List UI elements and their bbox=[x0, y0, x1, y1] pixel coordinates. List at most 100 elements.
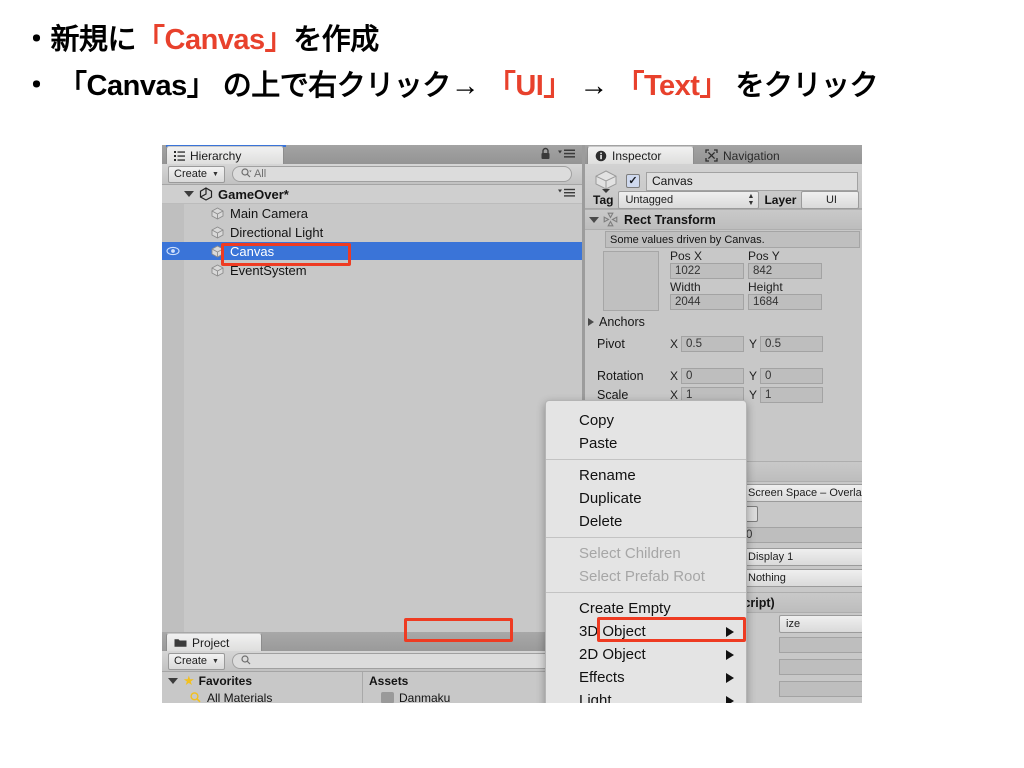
line2-text-b: をクリック bbox=[727, 70, 879, 102]
chevron-right-icon[interactable] bbox=[588, 318, 594, 326]
hierarchy-item-directional-light[interactable]: Directional Light bbox=[162, 223, 582, 241]
project-favorites-column: ★ Favorites All Materials bbox=[162, 672, 362, 703]
hierarchy-toolbar: Create ▼ All bbox=[162, 164, 582, 185]
menu-item-label: Copy bbox=[579, 412, 615, 429]
component-header-rect-transform[interactable]: Rect Transform bbox=[585, 209, 862, 230]
menu-item-copy[interactable]: Copy bbox=[546, 409, 746, 432]
line2-accent-text: 「Text」 bbox=[615, 70, 728, 102]
tab-project-label: Project bbox=[192, 635, 230, 650]
menu-item-label: Duplicate bbox=[579, 490, 642, 507]
hierarchy-item-label: Directional Light bbox=[230, 224, 324, 240]
layer-label: Layer bbox=[764, 193, 797, 207]
pos-y-label: Pos Y bbox=[748, 249, 780, 263]
chevron-down-icon[interactable] bbox=[589, 216, 599, 223]
menu-item-light[interactable]: Light bbox=[546, 689, 746, 703]
menu-item-delete[interactable]: Delete bbox=[546, 510, 746, 533]
tab-hierarchy[interactable]: Hierarchy bbox=[166, 146, 284, 164]
sort-order-input[interactable]: 0 bbox=[741, 527, 862, 543]
hamburger-icon[interactable] bbox=[558, 148, 576, 162]
menu-item-effects[interactable]: Effects bbox=[546, 666, 746, 689]
rect-transform-note: Some values driven by Canvas. bbox=[605, 231, 860, 248]
tab-navigation[interactable]: Navigation bbox=[697, 146, 815, 164]
pos-x-input[interactable]: 1022 bbox=[670, 263, 744, 279]
rotation-y-input[interactable]: 0 bbox=[760, 368, 823, 384]
hierarchy-tab-controls bbox=[540, 147, 576, 163]
height-input[interactable]: 1684 bbox=[748, 294, 822, 310]
navigation-icon bbox=[705, 149, 718, 162]
object-name-value: Canvas bbox=[652, 174, 693, 188]
target-display-dropdown[interactable]: Display 1 bbox=[741, 548, 862, 566]
component-title-rect-transform: Rect Transform bbox=[624, 212, 716, 227]
lock-icon[interactable] bbox=[540, 147, 551, 163]
pos-y-value: 842 bbox=[753, 265, 773, 277]
menu-separator bbox=[546, 459, 746, 460]
width-input[interactable]: 2044 bbox=[670, 294, 744, 310]
anchor-preset-widget[interactable] bbox=[603, 251, 659, 311]
project-favorites-all-materials[interactable]: All Materials bbox=[162, 689, 362, 703]
tag-dropdown[interactable]: Untagged ▲ ▼ bbox=[618, 191, 760, 209]
scale-y-value: 1 bbox=[765, 389, 772, 401]
project-create-button[interactable]: Create ▼ bbox=[168, 652, 225, 670]
anchors-foldout[interactable]: Anchors bbox=[588, 315, 645, 329]
height-value: 1684 bbox=[753, 296, 779, 308]
hamburger-icon[interactable] bbox=[558, 187, 576, 201]
tab-hierarchy-label: Hierarchy bbox=[190, 148, 242, 163]
render-mode-dropdown[interactable]: Screen Space – Overla bbox=[741, 484, 862, 502]
hierarchy-scene-row[interactable]: GameOver* bbox=[162, 185, 582, 204]
pivot-y-input[interactable]: 0.5 bbox=[760, 336, 823, 352]
tab-inspector[interactable]: Inspector bbox=[587, 146, 694, 164]
project-panel: Project Create ▼ ★ Favorites All Materia… bbox=[162, 632, 582, 703]
menu-separator bbox=[546, 592, 746, 593]
menu-item-label: 2D Object bbox=[579, 646, 646, 663]
hierarchy-create-button[interactable]: Create ▼ bbox=[168, 165, 225, 183]
menu-item-label: Paste bbox=[579, 435, 618, 452]
menu-item-duplicate[interactable]: Duplicate bbox=[546, 487, 746, 510]
menu-item-rename[interactable]: Rename bbox=[546, 464, 746, 487]
hierarchy-search-input[interactable]: All bbox=[231, 166, 572, 182]
project-favorites-child-label: All Materials bbox=[207, 690, 273, 704]
visibility-eye-icon[interactable] bbox=[166, 244, 180, 258]
project-assets-label: Assets bbox=[369, 673, 409, 688]
line2-text-a: ・ 「Canvas」 の上で右クリック→ bbox=[22, 70, 487, 102]
layer-value: UI bbox=[825, 194, 837, 206]
chevron-down-icon[interactable] bbox=[168, 677, 178, 684]
canvas-scaler-field-2[interactable] bbox=[779, 659, 862, 675]
project-assets-child-label: Danmaku bbox=[399, 690, 451, 704]
pos-x-label: Pos X bbox=[670, 249, 703, 263]
annotation-box-text-submenu-item bbox=[597, 617, 746, 642]
menu-item-select-children: Select Children bbox=[546, 542, 746, 565]
hierarchy-item-main-camera[interactable]: Main Camera bbox=[162, 204, 582, 222]
search-icon bbox=[241, 654, 252, 668]
layer-dropdown[interactable]: UI bbox=[801, 191, 860, 209]
annotation-box-canvas-row bbox=[221, 243, 351, 266]
canvas-scaler-field-3[interactable] bbox=[779, 681, 862, 697]
project-search-input[interactable] bbox=[231, 653, 572, 669]
rotation-y-axis-label: Y bbox=[749, 369, 758, 383]
menu-item-label: Rename bbox=[579, 467, 636, 484]
menu-top-padding bbox=[546, 401, 746, 409]
inspector-name-row: ✓ Canvas bbox=[593, 169, 858, 193]
project-favorites-row[interactable]: ★ Favorites bbox=[162, 672, 362, 689]
canvas-scaler-size-dropdown[interactable]: ize bbox=[779, 615, 862, 633]
canvas-scaler-field-1[interactable] bbox=[779, 637, 862, 653]
tab-project[interactable]: Project bbox=[166, 633, 262, 651]
pos-y-input[interactable]: 842 bbox=[748, 263, 822, 279]
menu-item-2d-object[interactable]: 2D Object bbox=[546, 643, 746, 666]
line1-text-b: を作成 bbox=[293, 24, 379, 56]
rotation-label: Rotation bbox=[597, 369, 644, 383]
menu-item-paste[interactable]: Paste bbox=[546, 432, 746, 455]
rotation-x-input[interactable]: 0 bbox=[681, 368, 744, 384]
line1-text-a: ・新規に bbox=[22, 24, 137, 56]
scale-y-input[interactable]: 1 bbox=[760, 387, 823, 403]
chevron-down-icon[interactable] bbox=[184, 191, 194, 197]
slide-root: ・新規に「Canvas」を作成 ・ 「Canvas」 の上で右クリック→ 「UI… bbox=[0, 0, 1024, 768]
hierarchy-item-label: Main Camera bbox=[230, 205, 309, 221]
chevron-down-icon: ▼ bbox=[212, 657, 219, 665]
object-name-input[interactable]: Canvas bbox=[646, 171, 858, 191]
star-icon: ★ bbox=[183, 672, 195, 688]
gameobject-icon bbox=[593, 169, 619, 193]
object-enabled-checkbox[interactable]: ✓ bbox=[626, 174, 640, 188]
menu-item-label: Select Prefab Root bbox=[579, 568, 705, 585]
pivot-x-input[interactable]: 0.5 bbox=[681, 336, 744, 352]
shader-channels-dropdown[interactable]: Nothing bbox=[741, 569, 862, 587]
